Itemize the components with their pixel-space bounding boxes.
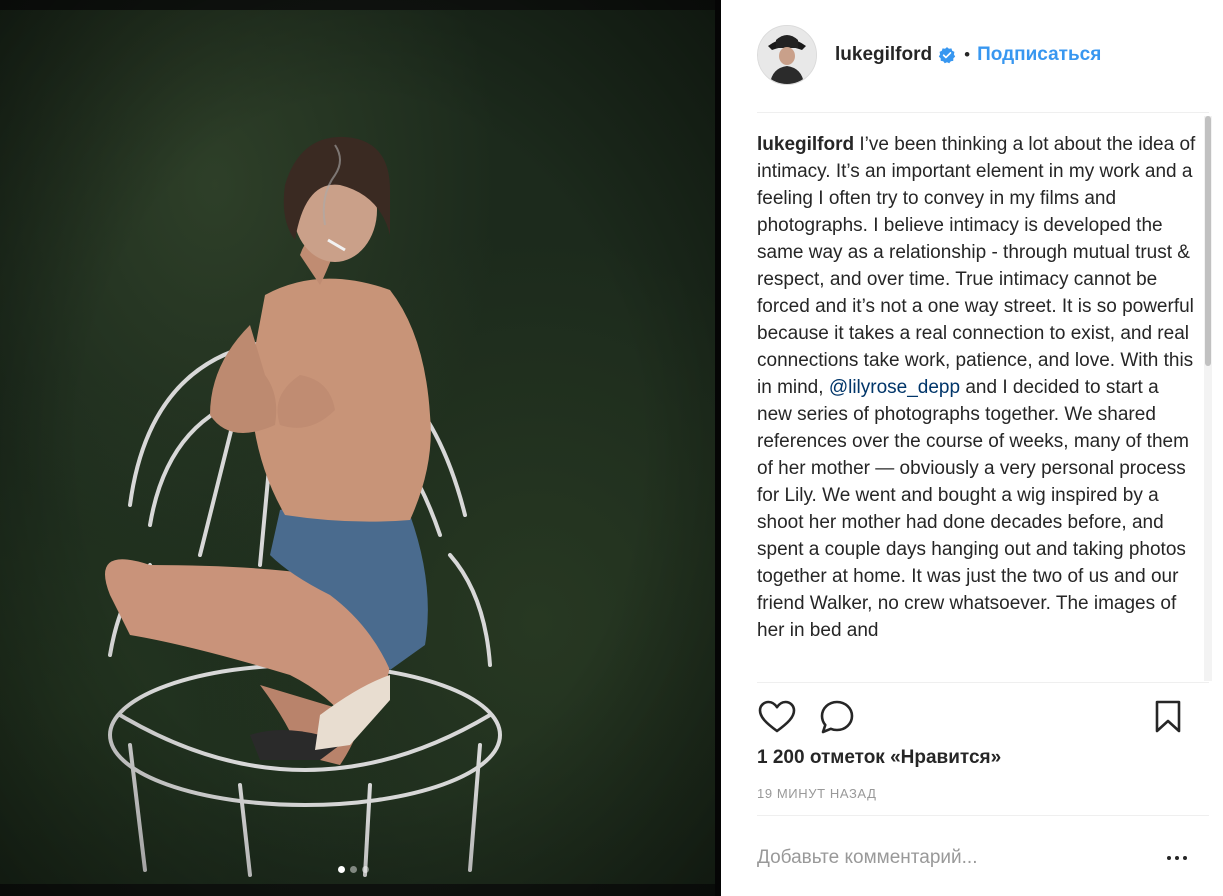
action-bar	[757, 697, 1187, 737]
save-button[interactable]	[1148, 697, 1188, 737]
caption-scrollbar[interactable]	[1204, 116, 1212, 681]
avatar-image	[758, 26, 816, 84]
carousel-dot-3[interactable]	[362, 866, 369, 873]
bookmark-icon	[1155, 700, 1181, 733]
more-options-icon	[1167, 856, 1171, 860]
post-timestamp[interactable]: 19 МИНУТ НАЗАД	[757, 786, 877, 801]
post-caption: lukegilford I’ve been thinking a lot abo…	[757, 131, 1197, 644]
caption-text-2: and I decided to start a new series of p…	[757, 377, 1189, 641]
header-username[interactable]: lukegilford	[835, 44, 932, 66]
avatar[interactable]	[757, 25, 817, 85]
divider	[757, 815, 1209, 816]
comment-input[interactable]	[757, 840, 1147, 876]
post-photo[interactable]	[0, 0, 721, 896]
caption-text-1: I’ve been thinking a lot about the idea …	[757, 134, 1196, 398]
divider	[757, 682, 1209, 683]
carousel-dot-1[interactable]	[338, 866, 345, 873]
caption-scroll-area[interactable]: lukegilford I’ve been thinking a lot abo…	[757, 131, 1197, 681]
carousel-dot-2[interactable]	[350, 866, 357, 873]
comment-button[interactable]	[817, 697, 857, 737]
likes-count[interactable]: 1 200 отметок «Нравится»	[757, 747, 1001, 769]
caption-mention-link[interactable]: @lilyrose_depp	[829, 377, 960, 398]
post-header: lukegilford • Подписаться	[757, 22, 1187, 88]
post-side-panel: lukegilford • Подписаться lukegilford I’…	[721, 0, 1223, 896]
divider	[757, 112, 1209, 113]
verified-badge-icon	[938, 47, 956, 64]
heart-icon	[758, 700, 796, 733]
caption-username[interactable]: lukegilford	[757, 134, 854, 155]
post-modal: lukegilford • Подписаться lukegilford I’…	[0, 0, 1223, 896]
scrollbar-thumb[interactable]	[1205, 116, 1211, 366]
like-button[interactable]	[757, 697, 797, 737]
comment-bubble-icon	[820, 700, 854, 734]
follow-button[interactable]: Подписаться	[977, 44, 1101, 66]
carousel-indicator	[338, 866, 369, 873]
header-separator: •	[964, 45, 971, 64]
more-options-button[interactable]	[1162, 846, 1192, 870]
